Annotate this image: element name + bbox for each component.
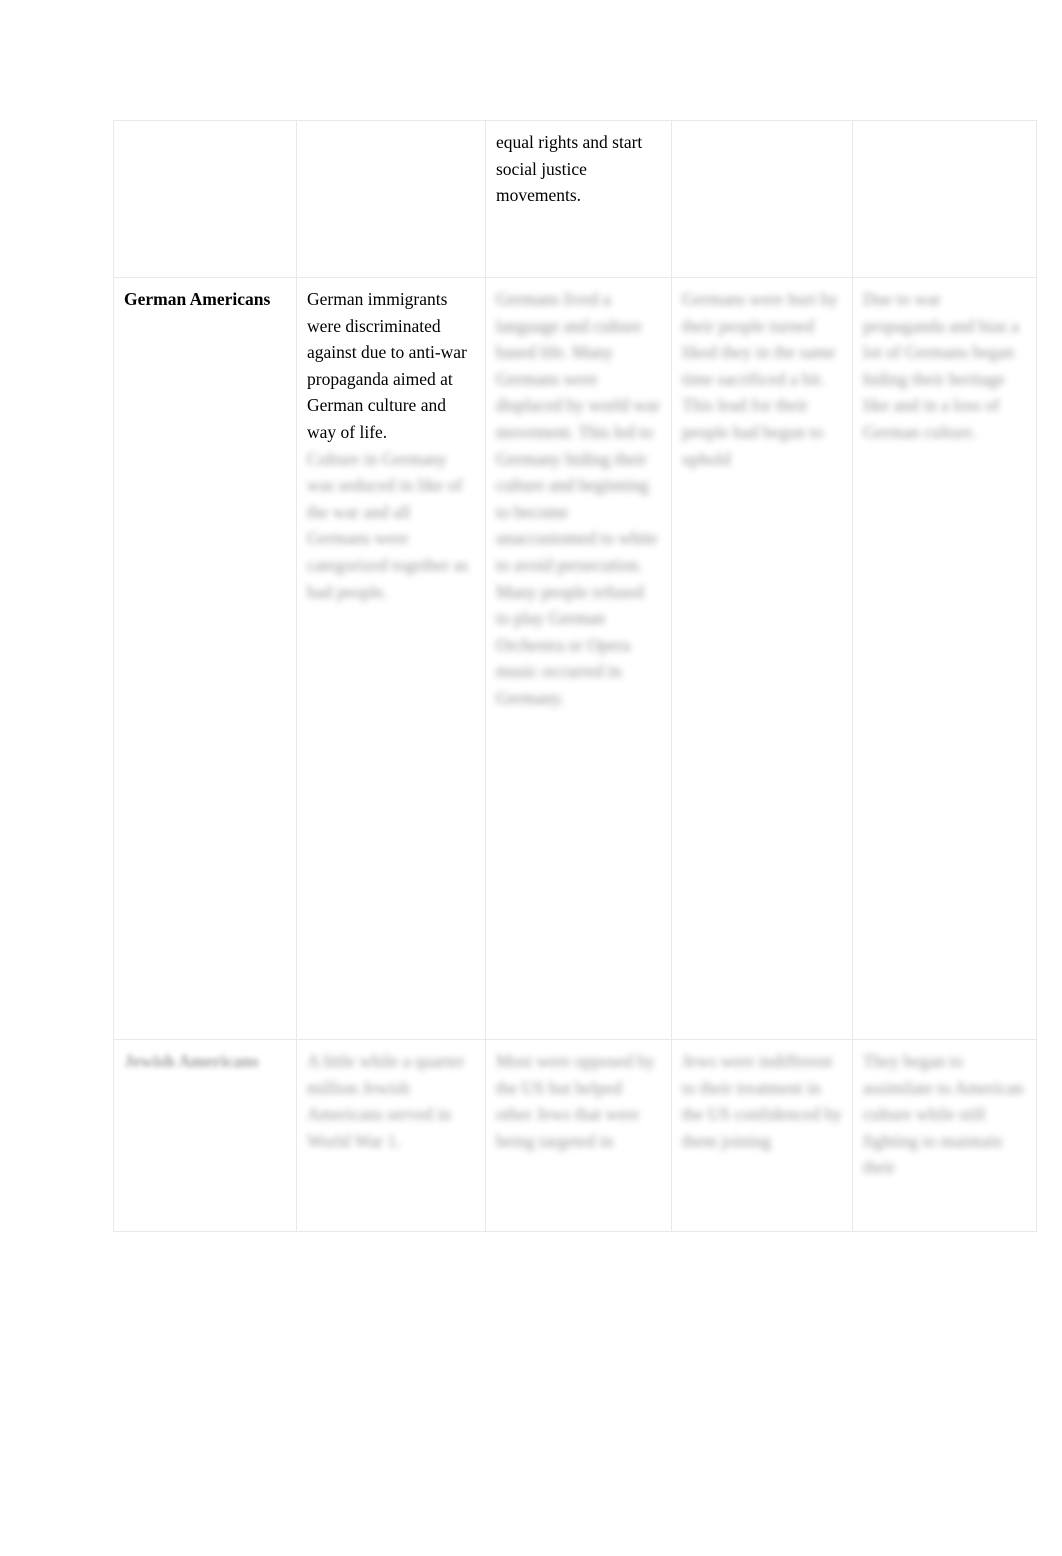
cell-text-r1c3: equal rights and start social justice mo… <box>496 132 643 206</box>
cell-text-r2c5-redacted: Due to war propaganda and bias a lot of … <box>863 289 1019 442</box>
table-cell-r1c4 <box>671 120 853 278</box>
table-row: German Americans German immigrants were … <box>113 277 1037 1040</box>
table-cell-r2c4: Germans were hurt by their people turned… <box>671 277 853 1040</box>
table-cell-r3c4: Jews were indifferent to their treatment… <box>671 1039 853 1232</box>
row-category-label-redacted: Jewish Americans <box>124 1051 259 1071</box>
table-cell-r2c3: Germans lived a language and culture bas… <box>485 277 672 1040</box>
table-cell-r2c1-category: German Americans <box>113 277 297 1040</box>
cell-text-r2c3-redacted: Germans lived a language and culture bas… <box>496 289 660 708</box>
table-cell-r1c3: equal rights and start social justice mo… <box>485 120 672 278</box>
table-cell-r1c5 <box>852 120 1037 278</box>
cell-text-r3c2-redacted: A little while a quarter million Jewish … <box>307 1051 465 1151</box>
cell-text-r2c2-redacted: Culture in Germany was seduced in like o… <box>307 448 469 602</box>
table-cell-r3c5: They began to assimilate to American cul… <box>852 1039 1037 1232</box>
content-table: equal rights and start social justice mo… <box>113 120 1037 1232</box>
table-cell-r2c5: Due to war propaganda and bias a lot of … <box>852 277 1037 1040</box>
table-cell-r1c1 <box>113 120 297 278</box>
table-cell-r3c1-category: Jewish Americans <box>113 1039 297 1232</box>
cell-text-r2c2: German immigrants were discriminated aga… <box>307 289 467 442</box>
table-cell-r1c2 <box>296 120 486 278</box>
document-page: equal rights and start social justice mo… <box>0 0 1062 1556</box>
table-cell-r3c3: Most were opposed by the US but helped o… <box>485 1039 672 1232</box>
cell-text-r3c3-redacted: Most were opposed by the US but helped o… <box>496 1051 655 1151</box>
table-row: equal rights and start social justice mo… <box>113 120 1037 278</box>
row-category-label: German Americans <box>124 289 271 309</box>
cell-text-r3c5-redacted: They began to assimilate to American cul… <box>863 1051 1024 1178</box>
table-cell-r2c2: German immigrants were discriminated aga… <box>296 277 486 1040</box>
cell-text-r2c4-redacted: Germans were hurt by their people turned… <box>682 289 838 469</box>
cell-text-r3c4-redacted: Jews were indifferent to their treatment… <box>682 1051 842 1151</box>
table-row: Jewish Americans A little while a quarte… <box>113 1039 1037 1232</box>
table-cell-r3c2: A little while a quarter million Jewish … <box>296 1039 486 1232</box>
